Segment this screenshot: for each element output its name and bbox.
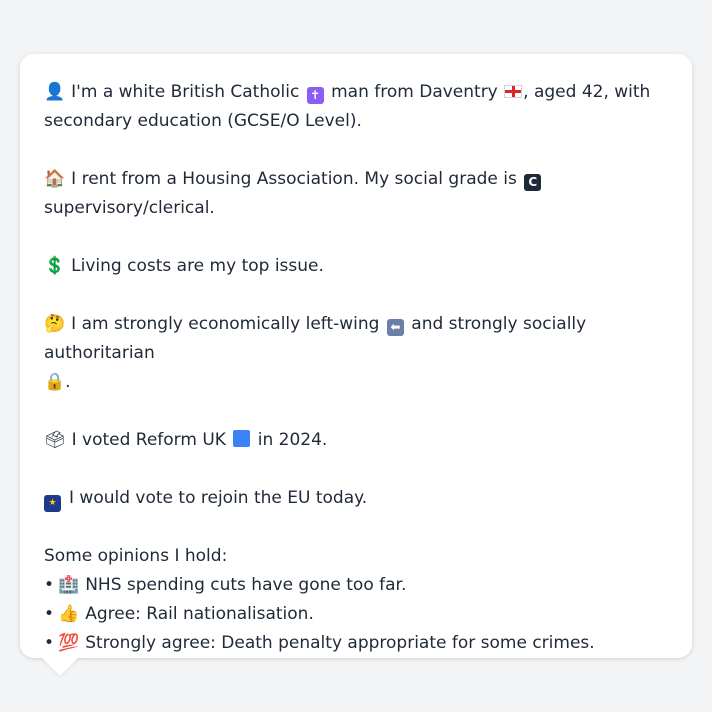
dollar-icon: 💲 [44,256,66,276]
eu-flag-icon: ★ [44,495,61,512]
list-item: • 💯 Strongly agree: Death penalty appropri… [44,629,672,658]
housing-text-2: supervisory/clerical. [44,198,215,218]
list-item: • 🏥 NHS spending cuts have gone too far. [44,571,672,600]
list-item: • 👍 Agree: Rail nationalisation. [44,600,672,629]
opinion-text: Strongly agree: Death penalty appropriat… [85,633,595,653]
intro-text-2: man from Daventry [331,82,498,102]
bullet: • [44,575,55,595]
vote-paragraph: 🗳 I voted Reform UK in 2024. [44,426,672,455]
opinion-text: NHS spending cuts have gone too far. [85,575,407,595]
hundred-points-icon: 💯 [58,633,80,653]
opinions-paragraph: Some opinions I hold: • 🏥 NHS spending cut… [44,542,672,658]
thumbs-up-icon: 👍 [58,604,80,624]
bullet: • [44,633,55,653]
intro-paragraph: 👤 I'm a white British Catholic ✝ man from… [44,78,672,136]
latin-cross-icon: ✝ [306,87,324,104]
person-icon: 👤 [44,82,66,102]
blue-square-icon [233,430,251,447]
thinking-face-icon: 🤔 [44,314,66,334]
ideology-paragraph: 🤔 I am strongly economically left-wing ⬅ … [44,310,672,397]
eu-paragraph: ★ I would vote to rejoin the EU today. [44,484,672,513]
grade-c-icon: C [524,174,542,191]
opinion-text: Agree: Rail nationalisation. [85,604,314,624]
hospital-icon: 🏥 [58,575,80,595]
vote-text-1: I voted Reform UK [71,430,226,450]
housing-text-1: I rent from a Housing Association. My so… [71,169,517,189]
left-arrow-icon: ⬅ [386,319,404,336]
england-flag-icon [504,85,523,98]
opinions-heading: Some opinions I hold: [44,546,228,566]
intro-text-4: secondary education (GCSE/O Level). [44,111,362,131]
house-icon: 🏠 [44,169,66,189]
ideology-text-3: . [65,372,71,392]
intro-text-1: I'm a white British Catholic [71,82,300,102]
lock-icon: 🔒 [44,372,66,392]
eu-text: I would vote to rejoin the EU today. [69,488,368,508]
vote-text-2: in 2024. [257,430,328,450]
bullet: • [44,604,55,624]
bubble-tail [40,656,80,676]
issue-paragraph: 💲 Living costs are my top issue. [44,252,672,281]
ballot-box-icon: 🗳 [44,430,66,450]
housing-paragraph: 🏠 I rent from a Housing Association. My s… [44,165,672,223]
intro-text-3: , aged 42, with [523,82,651,102]
persona-message-bubble: 👤 I'm a white British Catholic ✝ man from… [20,54,692,658]
ideology-text-1: I am strongly economically left-wing [71,314,380,334]
issue-text: Living costs are my top issue. [71,256,324,276]
